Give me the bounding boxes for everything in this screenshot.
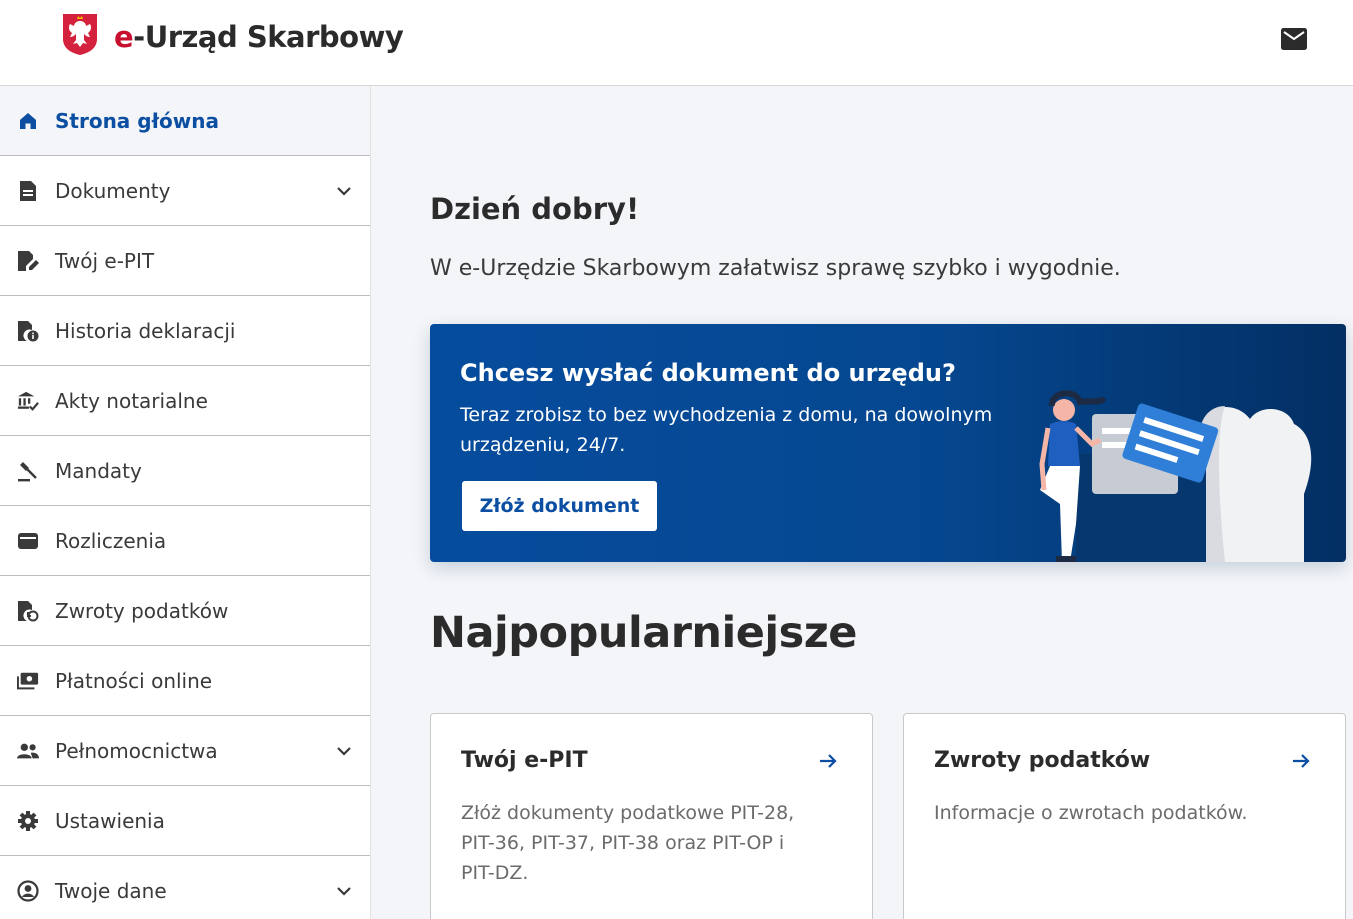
sidebar-item-label: Ustawienia <box>55 808 165 833</box>
document-edit-icon <box>17 250 39 272</box>
sidebar-item-label: Mandaty <box>55 458 142 483</box>
sidebar-item-label: Twoje dane <box>55 878 167 903</box>
banner-title: Chcesz wysłać dokument do urzędu? <box>460 359 956 387</box>
mail-icon[interactable] <box>1281 28 1307 50</box>
card-title: Twój e-PIT <box>461 748 588 773</box>
top-header: e-Urząd Skarbowy <box>0 0 1353 86</box>
card-twoj-e-pit[interactable]: Twój e-PIT Złóż dokumenty podatkowe PIT-… <box>430 713 873 919</box>
sidebar-item-pelnomocnictwa[interactable]: Pełnomocnictwa <box>0 716 370 786</box>
chevron-down-icon[interactable] <box>334 881 354 901</box>
sidebar-item-label: Akty notarialne <box>55 388 208 413</box>
promo-banner: Chcesz wysłać dokument do urzędu? Teraz … <box>430 324 1346 562</box>
banner-text: Teraz zrobisz to bez wychodzenia z domu,… <box>460 404 993 456</box>
sidebar-item-akty-notarialne[interactable]: Akty notarialne <box>0 366 370 436</box>
card-title: Zwroty podatków <box>934 748 1151 773</box>
document-refund-icon <box>17 600 39 622</box>
greeting-heading: Dzień dobry! <box>430 192 640 226</box>
wallet-icon <box>17 530 39 552</box>
sidebar-item-label: Dokumenty <box>55 178 171 203</box>
site-brand[interactable]: e-Urząd Skarbowy <box>114 20 404 54</box>
people-icon <box>17 740 39 762</box>
sidebar-item-label: Rozliczenia <box>55 528 167 553</box>
sidebar-item-label: Strona główna <box>55 108 219 133</box>
user-circle-icon <box>17 879 39 902</box>
sidebar-item-label: Twój e-PIT <box>55 248 155 273</box>
document-icon <box>17 180 39 202</box>
sidebar-item-rozliczenia[interactable]: Rozliczenia <box>0 506 370 576</box>
chevron-down-icon[interactable] <box>334 181 354 201</box>
lead-text: W e-Urzędzie Skarbowym załatwisz sprawę … <box>430 256 1121 281</box>
sidebar-item-twoje-dane[interactable]: Twoje dane <box>0 856 370 919</box>
gavel-icon <box>17 460 39 482</box>
arrow-right-icon[interactable] <box>1290 750 1312 772</box>
sidebar-item-twoj-e-pit[interactable]: Twój e-PIT <box>0 226 370 296</box>
sidebar-item-label: Zwroty podatków <box>55 598 229 623</box>
chevron-down-icon[interactable] <box>334 741 354 761</box>
main-content: Dzień dobry! W e-Urzędzie Skarbowym zała… <box>371 86 1353 919</box>
sidebar-item-label: Płatności online <box>55 668 213 693</box>
sidebar-item-ustawienia[interactable]: Ustawienia <box>0 786 370 856</box>
sidebar-item-label: Pełnomocnictwa <box>55 738 218 763</box>
card-description: Złóż dokumenty podatkowe PIT-28, PIT-36,… <box>461 802 795 884</box>
brand-prefix: e <box>114 20 134 54</box>
bank-check-icon <box>17 390 39 412</box>
card-zwroty-podatkow[interactable]: Zwroty podatków Informacje o zwrotach po… <box>903 713 1346 919</box>
home-icon <box>17 110 39 132</box>
submit-document-button[interactable]: Złóż dokument <box>462 481 657 531</box>
card-description: Informacje o zwrotach podatków. <box>934 802 1248 824</box>
sidebar-item-dokumenty[interactable]: Dokumenty <box>0 156 370 226</box>
document-illustration <box>1039 390 1312 562</box>
gear-icon <box>17 810 39 832</box>
sidebar-item-strona-glowna[interactable]: Strona główna <box>0 86 370 156</box>
arrow-right-icon[interactable] <box>817 750 839 772</box>
sidebar-item-zwroty-podatkow[interactable]: Zwroty podatków <box>0 576 370 646</box>
sidebar-item-label: Historia deklaracji <box>55 318 236 343</box>
sidebar-item-historia-deklaracji[interactable]: Historia deklaracji <box>0 296 370 366</box>
sidebar-item-mandaty[interactable]: Mandaty <box>0 436 370 506</box>
polish-eagle-emblem-icon <box>63 14 97 55</box>
brand-rest: -Urząd Skarbowy <box>133 20 404 54</box>
document-info-icon <box>17 320 39 342</box>
payments-icon <box>17 670 39 692</box>
sidebar-item-platnosci-online[interactable]: Płatności online <box>0 646 370 716</box>
popular-heading: Najpopularniejsze <box>430 608 857 658</box>
sidebar-nav: Strona główna Dokumenty Twój e-PIT Histo… <box>0 86 371 919</box>
